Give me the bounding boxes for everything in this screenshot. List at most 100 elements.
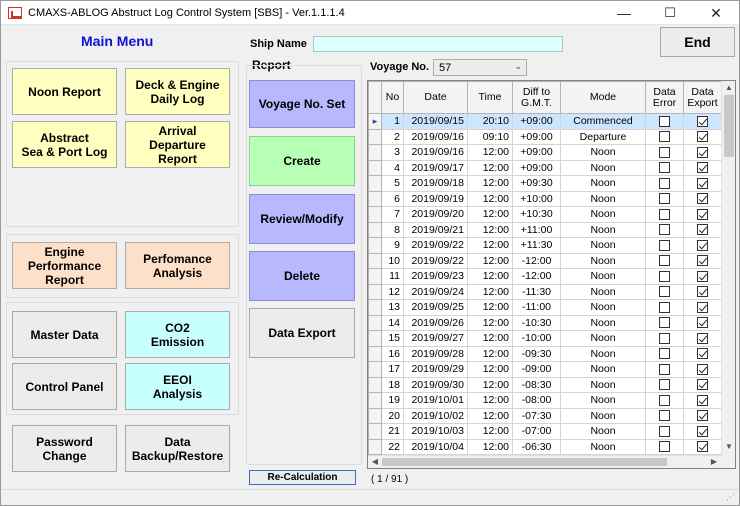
data-export-checkbox[interactable] [697,177,708,189]
table-row[interactable]: 4 2019/09/17 12:00 +09:00 Noon [368,159,722,176]
data-error-checkbox[interactable] [659,301,670,313]
performance-analysis-button[interactable]: Perfomance Analysis [125,242,230,289]
data-error-checkbox[interactable] [659,332,670,344]
row-header[interactable] [368,407,382,424]
data-error-checkbox[interactable] [659,410,670,422]
table-row[interactable]: 2 2019/09/16 09:10 +09:00 Departure [368,128,722,145]
row-header[interactable] [368,206,382,223]
row-header[interactable] [368,376,382,393]
data-export-button[interactable]: Data Export [249,308,355,358]
ship-name-field[interactable] [313,36,563,52]
data-export-checkbox[interactable] [697,425,708,437]
minimize-button[interactable]: — [601,1,647,25]
row-header[interactable] [368,283,382,300]
row-header[interactable] [368,392,382,409]
table-row[interactable]: ▸ 1 2019/09/15 20:10 +09:00 Commenced [368,113,722,130]
column-header-diff-gmt[interactable]: Diff to G.M.T. [512,81,561,114]
data-export-checkbox[interactable] [697,317,708,329]
column-header-data-error[interactable]: Data Error [645,81,684,114]
data-error-checkbox[interactable] [659,363,670,375]
data-export-checkbox[interactable] [697,410,708,422]
row-header[interactable] [368,175,382,192]
data-export-checkbox[interactable] [697,224,708,236]
data-error-checkbox[interactable] [659,177,670,189]
row-header[interactable] [368,299,382,316]
eeoi-analysis-button[interactable]: EEOI Analysis [125,363,230,410]
row-header[interactable] [368,361,382,378]
data-export-checkbox[interactable] [697,146,708,158]
horizontal-scrollbar[interactable]: ◀ ▶ [368,455,721,468]
table-row[interactable]: 19 2019/10/01 12:00 -08:00 Noon [368,392,722,409]
data-export-checkbox[interactable] [697,115,708,127]
co2-emission-button[interactable]: CO2 Emission [125,311,230,358]
re-calculation-button[interactable]: Re-Calculation [249,470,356,485]
data-error-checkbox[interactable] [659,224,670,236]
column-header-mode[interactable]: Mode [560,81,646,114]
data-export-checkbox[interactable] [697,332,708,344]
data-export-checkbox[interactable] [697,441,708,453]
column-header-date[interactable]: Date [403,81,468,114]
data-error-checkbox[interactable] [659,394,670,406]
table-row[interactable]: 11 2019/09/23 12:00 -12:00 Noon [368,268,722,285]
scroll-left-icon[interactable]: ◀ [369,457,381,466]
data-error-checkbox[interactable] [659,193,670,205]
data-export-checkbox[interactable] [697,379,708,391]
data-error-checkbox[interactable] [659,317,670,329]
voyage-log-grid[interactable]: No Date Time Diff to G.M.T. Mode Data Error Da… [367,80,736,469]
data-export-checkbox[interactable] [697,208,708,220]
table-row[interactable]: 13 2019/09/25 12:00 -11:00 Noon [368,299,722,316]
table-row[interactable]: 21 2019/10/03 12:00 -07:00 Noon [368,423,722,440]
noon-report-button[interactable]: Noon Report [12,68,117,115]
data-backup-restore-button[interactable]: Data Backup/Restore [125,425,230,472]
column-header-data-export[interactable]: Data Export [683,81,722,114]
deck-engine-daily-log-button[interactable]: Deck & Engine Daily Log [125,68,230,115]
scroll-up-icon[interactable]: ▲ [723,83,735,92]
row-header[interactable] [368,252,382,269]
table-row[interactable]: 15 2019/09/27 12:00 -10:00 Noon [368,330,722,347]
row-header[interactable] [368,237,382,254]
voyage-no-set-button[interactable]: Voyage No. Set [249,80,355,128]
create-button[interactable]: Create [249,136,355,186]
data-export-checkbox[interactable] [697,255,708,267]
table-row[interactable]: 20 2019/10/02 12:00 -07:30 Noon [368,407,722,424]
row-header[interactable] [368,190,382,207]
horizontal-scroll-thumb[interactable] [382,458,667,466]
row-header[interactable] [368,438,382,455]
table-row[interactable]: 18 2019/09/30 12:00 -08:30 Noon [368,376,722,393]
review-modify-button[interactable]: Review/Modify [249,194,355,244]
row-header[interactable] [368,128,382,145]
abstract-sea-port-log-button[interactable]: Abstract Sea & Port Log [12,121,117,168]
row-header[interactable] [368,221,382,238]
data-error-checkbox[interactable] [659,208,670,220]
voyage-no-select[interactable]: 57 ⌄ [433,59,527,76]
data-error-checkbox[interactable] [659,115,670,127]
data-error-checkbox[interactable] [659,162,670,174]
control-panel-button[interactable]: Control Panel [12,363,117,410]
data-export-checkbox[interactable] [697,239,708,251]
row-header[interactable] [368,423,382,440]
data-error-checkbox[interactable] [659,425,670,437]
row-header[interactable] [368,268,382,285]
resize-grip-icon[interactable]: ⋰ [726,492,735,503]
data-error-checkbox[interactable] [659,239,670,251]
table-row[interactable]: 3 2019/09/16 12:00 +09:00 Noon [368,144,722,161]
data-error-checkbox[interactable] [659,379,670,391]
table-row[interactable]: 6 2019/09/19 12:00 +10:00 Noon [368,190,722,207]
table-row[interactable]: 7 2019/09/20 12:00 +10:30 Noon [368,206,722,223]
row-header[interactable] [368,144,382,161]
data-export-checkbox[interactable] [697,348,708,360]
data-export-checkbox[interactable] [697,193,708,205]
data-export-checkbox[interactable] [697,394,708,406]
table-row[interactable]: 14 2019/09/26 12:00 -10:30 Noon [368,314,722,331]
data-error-checkbox[interactable] [659,255,670,267]
row-header[interactable]: ▸ [368,113,382,130]
data-export-checkbox[interactable] [697,131,708,143]
data-error-checkbox[interactable] [659,270,670,282]
scroll-down-icon[interactable]: ▼ [723,442,735,451]
data-error-checkbox[interactable] [659,286,670,298]
data-export-checkbox[interactable] [697,162,708,174]
data-error-checkbox[interactable] [659,348,670,360]
engine-performance-report-button[interactable]: Engine Performance Report [12,242,117,289]
table-row[interactable]: 5 2019/09/18 12:00 +09:30 Noon [368,175,722,192]
table-row[interactable]: 16 2019/09/28 12:00 -09:30 Noon [368,345,722,362]
